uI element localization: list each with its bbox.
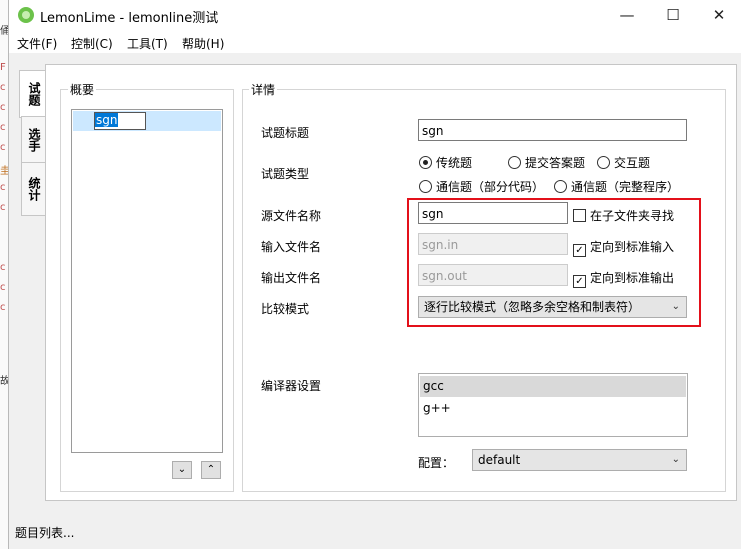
type-radio-answer-only[interactable]: 提交答案题 bbox=[508, 154, 585, 171]
tab-problems[interactable]: 试题 bbox=[19, 70, 46, 118]
config-value: default bbox=[478, 453, 521, 467]
chevron-down-icon: ⌄ bbox=[671, 454, 680, 465]
radio-unchecked-icon bbox=[554, 180, 567, 193]
radio-unchecked-icon bbox=[508, 156, 521, 169]
title-label: 试题标题 bbox=[261, 126, 310, 140]
title-bar[interactable]: LemonLime - lemonline测试 — ☐ ✕ bbox=[9, 0, 741, 31]
background-text: c bbox=[0, 182, 6, 193]
compiler-list[interactable]: gcc g++ bbox=[418, 373, 688, 437]
background-text: c bbox=[0, 102, 6, 113]
background-text: c bbox=[0, 202, 6, 213]
background-text: c bbox=[0, 302, 6, 313]
overview-label: 概要 bbox=[68, 81, 97, 98]
background-text: c bbox=[0, 82, 6, 93]
menu-file[interactable]: 文件(F) bbox=[17, 35, 57, 52]
move-up-button[interactable]: ⌃ bbox=[201, 461, 221, 479]
background-text: c bbox=[0, 282, 6, 293]
type-radio-communication-partial[interactable]: 通信题（部分代码） bbox=[419, 178, 544, 195]
radio-checked-icon bbox=[419, 156, 432, 169]
minimize-button[interactable]: — bbox=[604, 0, 650, 31]
tab-statistics[interactable]: 统计 bbox=[21, 162, 46, 216]
move-down-button[interactable]: ⌄ bbox=[172, 461, 192, 479]
background-text: c bbox=[0, 122, 6, 133]
radio-unchecked-icon bbox=[597, 156, 610, 169]
config-label: 配置： bbox=[418, 456, 455, 470]
type-radio-interactive[interactable]: 交互题 bbox=[597, 154, 650, 171]
radio-label: 通信题（完整程序） bbox=[571, 180, 680, 194]
compare-mode-label: 比较模式 bbox=[261, 302, 310, 316]
window-title: LemonLime - lemonline测试 bbox=[40, 11, 219, 26]
compiler-item-gcc[interactable]: gcc bbox=[420, 376, 686, 397]
source-file-label: 源文件名称 bbox=[261, 209, 322, 223]
title-input[interactable]: sgn bbox=[418, 119, 687, 141]
menu-help[interactable]: 帮助(H) bbox=[182, 35, 224, 52]
lemon-app-icon bbox=[18, 7, 34, 23]
background-text: c bbox=[0, 262, 6, 273]
menu-bar: 文件(F) 控制(C) 工具(T) 帮助(H) bbox=[9, 31, 741, 53]
radio-label: 通信题（部分代码） bbox=[436, 180, 545, 194]
maximize-button[interactable]: ☐ bbox=[650, 0, 696, 31]
menu-control[interactable]: 控制(C) bbox=[71, 35, 113, 52]
type-label: 试题类型 bbox=[261, 167, 310, 181]
status-text: 题目列表... bbox=[15, 526, 75, 540]
input-file-label: 输入文件名 bbox=[261, 240, 322, 254]
status-bar: 题目列表... bbox=[9, 521, 741, 549]
background-text: F bbox=[0, 62, 6, 73]
radio-unchecked-icon bbox=[419, 180, 432, 193]
type-radio-traditional[interactable]: 传统题 bbox=[419, 154, 472, 171]
compiler-item-gpp[interactable]: g++ bbox=[420, 398, 686, 419]
radio-label: 传统题 bbox=[436, 156, 473, 170]
config-select[interactable]: default ⌄ bbox=[472, 449, 687, 471]
menu-tools[interactable]: 工具(T) bbox=[127, 35, 168, 52]
output-file-label: 输出文件名 bbox=[261, 271, 322, 285]
close-button[interactable]: ✕ bbox=[696, 0, 741, 31]
highlight-annotation-box bbox=[407, 198, 701, 327]
radio-label: 交互题 bbox=[614, 156, 651, 170]
tree-item-label[interactable]: sgn bbox=[95, 113, 119, 127]
radio-label: 提交答案题 bbox=[525, 156, 586, 170]
tab-contestants[interactable]: 选手 bbox=[21, 116, 46, 164]
background-text: c bbox=[0, 142, 6, 153]
main-window: LemonLime - lemonline测试 — ☐ ✕ 文件(F) 控制(C… bbox=[8, 0, 741, 549]
background-window-strip: 俑 F c c c c 圭 c c c c c 故 bbox=[0, 0, 10, 549]
problem-tree[interactable]: sgn bbox=[71, 109, 223, 453]
compiler-settings-label: 编译器设置 bbox=[261, 379, 322, 393]
details-label: 详情 bbox=[249, 81, 278, 98]
type-radio-communication-full[interactable]: 通信题（完整程序） bbox=[554, 178, 679, 195]
